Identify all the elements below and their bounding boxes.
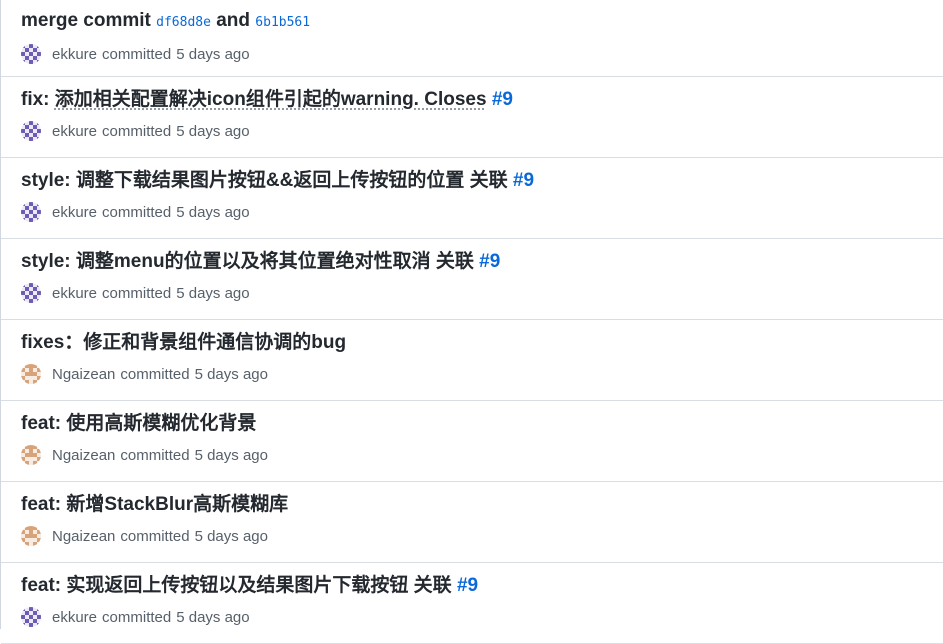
commit-meta: ekkure committed 5 days ago — [21, 201, 943, 223]
ngaizean-avatar[interactable] — [21, 364, 41, 384]
commit-time[interactable]: 5 days ago — [195, 528, 268, 545]
commit-author[interactable]: ekkure — [52, 285, 97, 302]
commit-author[interactable]: Ngaizean — [52, 366, 115, 383]
ekkure-avatar[interactable] — [21, 44, 41, 64]
commit-time[interactable]: 5 days ago — [176, 285, 249, 302]
commit-verb: committed — [120, 446, 190, 464]
commit-verb: committed — [120, 365, 190, 383]
commit-verb: committed — [120, 527, 190, 545]
commit-author[interactable]: ekkure — [52, 46, 97, 63]
commit-row: feat: 使用高斯模糊优化背景 Ngaizean committed 5 days … — [1, 401, 943, 482]
commit-sha-link[interactable]: 6b1b561 — [255, 15, 310, 30]
commit-verb: committed — [102, 608, 172, 626]
commit-verb: committed — [102, 203, 172, 221]
commit-meta: Ngaizean committed 5 days ago — [21, 363, 943, 385]
commit-meta: ekkure committed 5 days ago — [21, 120, 943, 142]
commit-author[interactable]: Ngaizean — [52, 528, 115, 545]
commit-meta: ekkure committed 5 days ago — [21, 282, 943, 304]
commit-time[interactable]: 5 days ago — [195, 366, 268, 383]
commit-row: fix: 添加相关配置解决icon组件引起的warning. Closes #9… — [1, 77, 943, 158]
commit-message-link[interactable]: 添加相关配置解决icon组件引起的warning. Closes — [55, 89, 487, 110]
ekkure-avatar[interactable] — [21, 121, 41, 141]
issue-link[interactable]: #9 — [479, 251, 500, 272]
commit-title: fixes：修正和背景组件通信协调的bug — [21, 331, 943, 355]
commit-row: feat: 新增StackBlur高斯模糊库 Ngaizean committed 5… — [1, 482, 943, 563]
ekkure-avatar[interactable] — [21, 202, 41, 222]
commit-author[interactable]: ekkure — [52, 123, 97, 140]
commit-meta: ekkure committed 5 days ago — [21, 43, 943, 65]
commit-title: feat: 使用高斯模糊优化背景 — [21, 412, 943, 436]
commit-row: style: 调整menu的位置以及将其位置绝对性取消 关联 #9 ekkure c… — [1, 239, 943, 320]
commit-message-link[interactable]: fix: — [21, 89, 55, 110]
commit-row: feat: 实现返回上传按钮以及结果图片下载按钮 关联 #9 ekkure comm… — [1, 563, 943, 644]
commit-message-link[interactable]: style: 调整menu的位置以及将其位置绝对性取消 关联 — [21, 251, 479, 272]
commit-time[interactable]: 5 days ago — [195, 447, 268, 464]
commit-time[interactable]: 5 days ago — [176, 609, 249, 626]
ekkure-avatar[interactable] — [21, 283, 41, 303]
commit-title: merge commit df68d8e and 6b1b561 — [21, 9, 943, 35]
commit-row: fixes：修正和背景组件通信协调的bug Ngaizean committed 5 … — [1, 320, 943, 401]
commit-title: fix: 添加相关配置解决icon组件引起的warning. Closes #9 — [21, 88, 943, 112]
commit-message-link[interactable]: merge commit — [21, 10, 156, 31]
ekkure-avatar[interactable] — [21, 607, 41, 627]
commit-message-link[interactable]: feat: 实现返回上传按钮以及结果图片下载按钮 关联 — [21, 575, 457, 596]
commit-verb: committed — [102, 45, 172, 63]
commit-meta: Ngaizean committed 5 days ago — [21, 525, 943, 547]
commit-title: style: 调整menu的位置以及将其位置绝对性取消 关联 #9 — [21, 250, 943, 274]
ngaizean-avatar[interactable] — [21, 445, 41, 465]
commit-verb: committed — [102, 122, 172, 140]
commit-time[interactable]: 5 days ago — [176, 46, 249, 63]
commit-author[interactable]: Ngaizean — [52, 447, 115, 464]
commit-time[interactable]: 5 days ago — [176, 123, 249, 140]
commit-author[interactable]: ekkure — [52, 609, 97, 626]
commit-author[interactable]: ekkure — [52, 204, 97, 221]
issue-link[interactable]: #9 — [457, 575, 478, 596]
ngaizean-avatar[interactable] — [21, 526, 41, 546]
commit-title: feat: 新增StackBlur高斯模糊库 — [21, 493, 943, 517]
commit-meta: ekkure committed 5 days ago — [21, 606, 943, 628]
issue-link[interactable]: #9 — [513, 170, 534, 191]
commit-title: style: 调整下载结果图片按钮&&返回上传按钮的位置 关联 #9 — [21, 169, 943, 193]
commit-message-link[interactable]: style: 调整下载结果图片按钮&&返回上传按钮的位置 关联 — [21, 170, 513, 191]
commit-row: merge commit df68d8e and 6b1b561 ekkure co… — [1, 0, 943, 77]
issue-link[interactable]: #9 — [492, 89, 513, 110]
commit-title: feat: 实现返回上传按钮以及结果图片下载按钮 关联 #9 — [21, 574, 943, 598]
commit-list: merge commit df68d8e and 6b1b561 ekkure co… — [0, 0, 943, 644]
commit-time[interactable]: 5 days ago — [176, 204, 249, 221]
commit-sha-link[interactable]: df68d8e — [156, 15, 211, 30]
commit-message-link[interactable]: feat: 新增StackBlur高斯模糊库 — [21, 494, 288, 515]
commit-row: style: 调整下载结果图片按钮&&返回上传按钮的位置 关联 #9 ekkure… — [1, 158, 943, 239]
commit-message-link[interactable]: and — [211, 10, 255, 31]
commit-message-link[interactable]: feat: 使用高斯模糊优化背景 — [21, 413, 256, 434]
commit-message-link[interactable]: fixes：修正和背景组件通信协调的bug — [21, 332, 346, 353]
commit-meta: Ngaizean committed 5 days ago — [21, 444, 943, 466]
commit-verb: committed — [102, 284, 172, 302]
